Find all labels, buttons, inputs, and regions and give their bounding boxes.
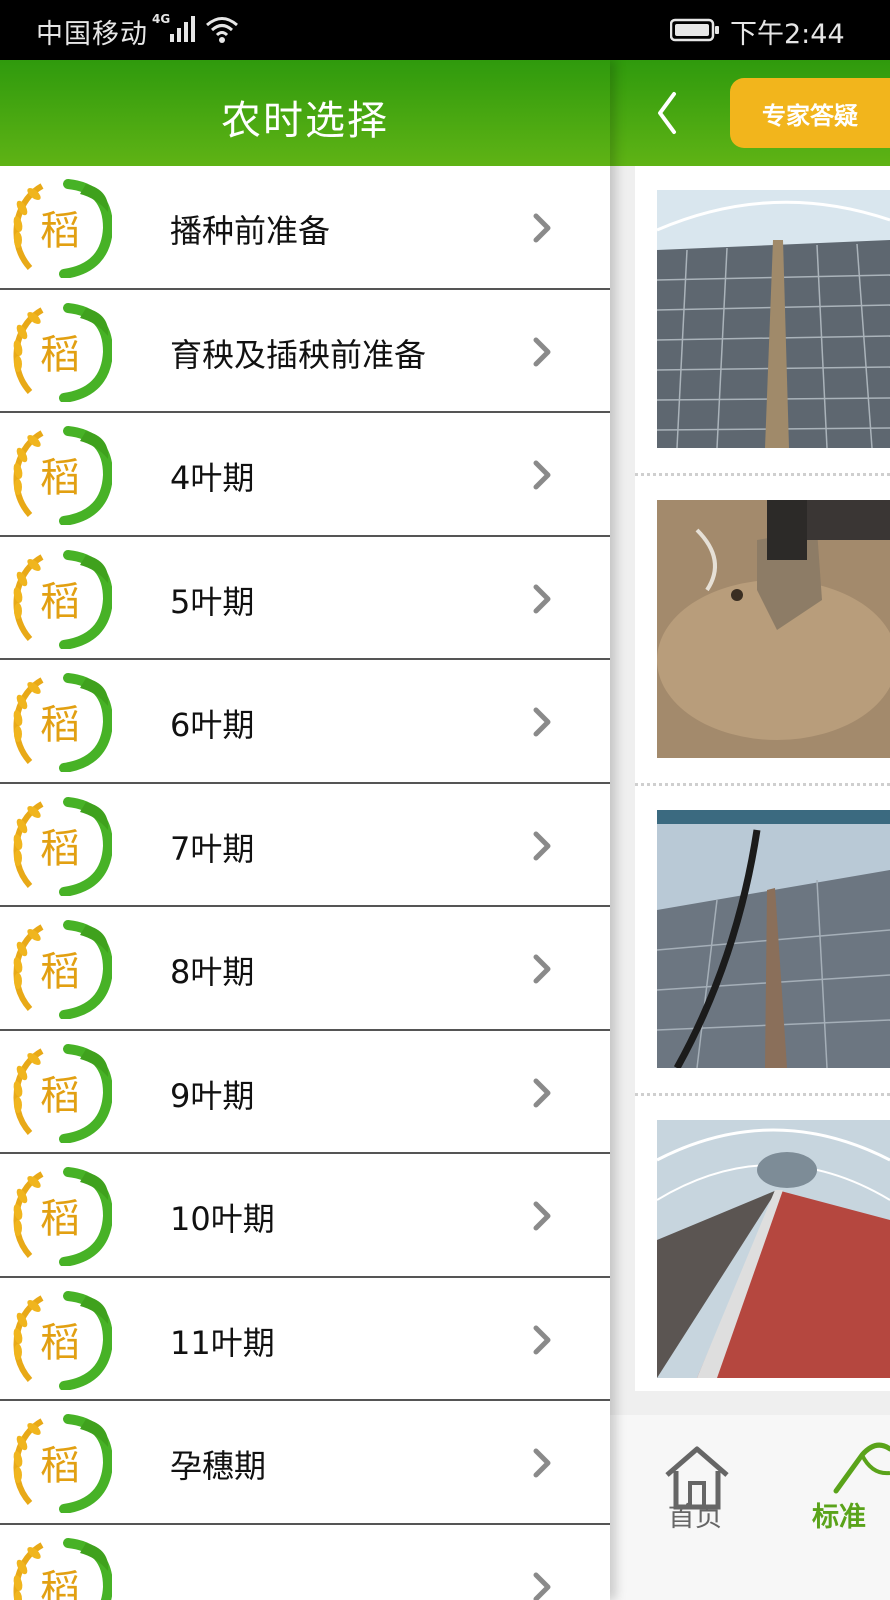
chevron-right-icon <box>533 213 551 243</box>
rice-logo-icon: 稻 <box>13 549 112 649</box>
rice-logo-icon: 稻 <box>13 1414 112 1513</box>
list-item[interactable]: 稻 孕穗期 <box>0 1401 610 1525</box>
list-item[interactable]: 稻 5叶期 <box>0 536 610 660</box>
rice-logo-icon: 稻 <box>13 1290 112 1390</box>
list-item-label: 9叶期 <box>170 1076 255 1115</box>
background-page: 专家答疑 首页 标准 <box>600 60 890 1600</box>
carrier-name: 中国移动 <box>36 19 148 50</box>
logo-char: 稻 <box>40 702 80 748</box>
photo-card[interactable] <box>635 476 890 786</box>
list-item-label: 11叶期 <box>170 1323 275 1362</box>
list-item[interactable]: 稻 6叶期 <box>0 660 610 784</box>
logo-char: 稻 <box>40 1567 80 1600</box>
page-title: 农时选择 <box>221 98 389 144</box>
rice-logo-icon: 稻 <box>13 1167 112 1266</box>
logo-char: 稻 <box>40 579 80 625</box>
bottom-tab-bar: 首页 标准 <box>600 1415 890 1600</box>
soil-shovel-photo <box>657 500 890 758</box>
logo-char: 稻 <box>40 1196 80 1242</box>
list-item[interactable]: 稻 9叶期 <box>0 1030 610 1154</box>
standard-icon <box>833 1442 890 1494</box>
list-item[interactable]: 稻 11叶期 <box>0 1277 610 1401</box>
chevron-right-icon <box>533 1201 551 1231</box>
logo-char: 稻 <box>40 1320 80 1366</box>
battery-icon <box>670 18 719 42</box>
chevron-right-icon <box>533 337 551 366</box>
list-item-label: 6叶期 <box>170 706 255 744</box>
logo-char: 稻 <box>40 949 80 995</box>
clock-time: 下午2:44 <box>730 19 845 50</box>
chevron-right-icon <box>533 1448 551 1478</box>
drawer-header: 农时选择 <box>0 60 610 166</box>
list-item-label: 4叶期 <box>170 459 255 497</box>
photo-list <box>635 166 890 1391</box>
rice-logo-icon: 稻 <box>13 673 112 772</box>
list-item[interactable]: 稻 育秧及插秧前准备 <box>0 289 610 413</box>
list-item-label: 5叶期 <box>170 582 255 621</box>
chevron-right-icon <box>533 460 551 490</box>
list-item[interactable]: 稻 10叶期 <box>0 1154 610 1278</box>
tab-standard-label: 标准 <box>812 1502 866 1533</box>
logo-char: 稻 <box>40 455 80 501</box>
rice-logo-icon: 稻 <box>13 302 112 402</box>
logo-char: 稻 <box>40 826 80 872</box>
period-list: 稻 播种前准备 稻 育秧及插秧前准备 稻 4叶期 稻 5叶期 稻 6叶期 稻 7… <box>0 166 610 1600</box>
list-item-label: 8叶期 <box>170 953 255 991</box>
greenhouse-photo <box>657 190 890 448</box>
photo-card[interactable] <box>635 786 890 1096</box>
farming-period-drawer: 农时选择 稻 播种前准备 稻 育秧及插秧前准备 稻 4叶期 稻 5叶期 稻 6叶… <box>0 60 610 1600</box>
signal-icon <box>170 16 195 42</box>
list-item[interactable]: 稻 <box>0 1524 610 1600</box>
rice-logo-icon: 稻 <box>13 179 112 278</box>
logo-char: 稻 <box>40 208 80 254</box>
list-item-label: 播种前准备 <box>170 212 331 250</box>
logo-char: 稻 <box>40 1073 80 1119</box>
status-bar: 中国移动 4G 下午2:44 <box>0 0 890 60</box>
list-item-label: 孕穗期 <box>170 1447 267 1485</box>
list-item[interactable]: 稻 4叶期 <box>0 413 610 537</box>
rice-logo-icon: 稻 <box>13 796 112 896</box>
list-item[interactable]: 稻 7叶期 <box>0 783 610 907</box>
greenhouse-red-bed-photo <box>657 1120 890 1378</box>
rice-logo-icon: 稻 <box>13 1043 112 1143</box>
chevron-right-icon <box>533 954 551 984</box>
tab-home-label: 首页 <box>668 1502 722 1533</box>
logo-char: 稻 <box>40 1443 80 1489</box>
chevron-right-icon <box>533 1325 551 1354</box>
rice-logo-icon: 稻 <box>13 1537 112 1600</box>
photo-card[interactable] <box>635 166 890 476</box>
rice-logo-icon: 稻 <box>13 920 112 1019</box>
list-item-label: 育秧及插秧前准备 <box>170 335 427 374</box>
expert-qa-button[interactable]: 专家答疑 <box>730 78 890 148</box>
chevron-right-icon <box>533 584 551 613</box>
list-item[interactable]: 稻 8叶期 <box>0 907 610 1031</box>
list-item-label: 10叶期 <box>170 1200 275 1238</box>
list-item[interactable]: 稻 播种前准备 <box>0 166 610 290</box>
chevron-right-icon <box>533 831 551 860</box>
list-item-label: 7叶期 <box>170 829 255 868</box>
chevron-right-icon <box>533 707 551 737</box>
photo-card[interactable] <box>635 1096 890 1406</box>
background-header: 专家答疑 <box>600 60 890 166</box>
back-arrow-icon[interactable] <box>652 88 682 138</box>
wifi-icon <box>206 17 238 43</box>
logo-char: 稻 <box>40 332 80 378</box>
chevron-right-icon <box>533 1572 551 1600</box>
chevron-right-icon <box>533 1078 551 1107</box>
greenhouse-hose-photo <box>657 810 890 1068</box>
rice-logo-icon: 稻 <box>13 426 112 525</box>
